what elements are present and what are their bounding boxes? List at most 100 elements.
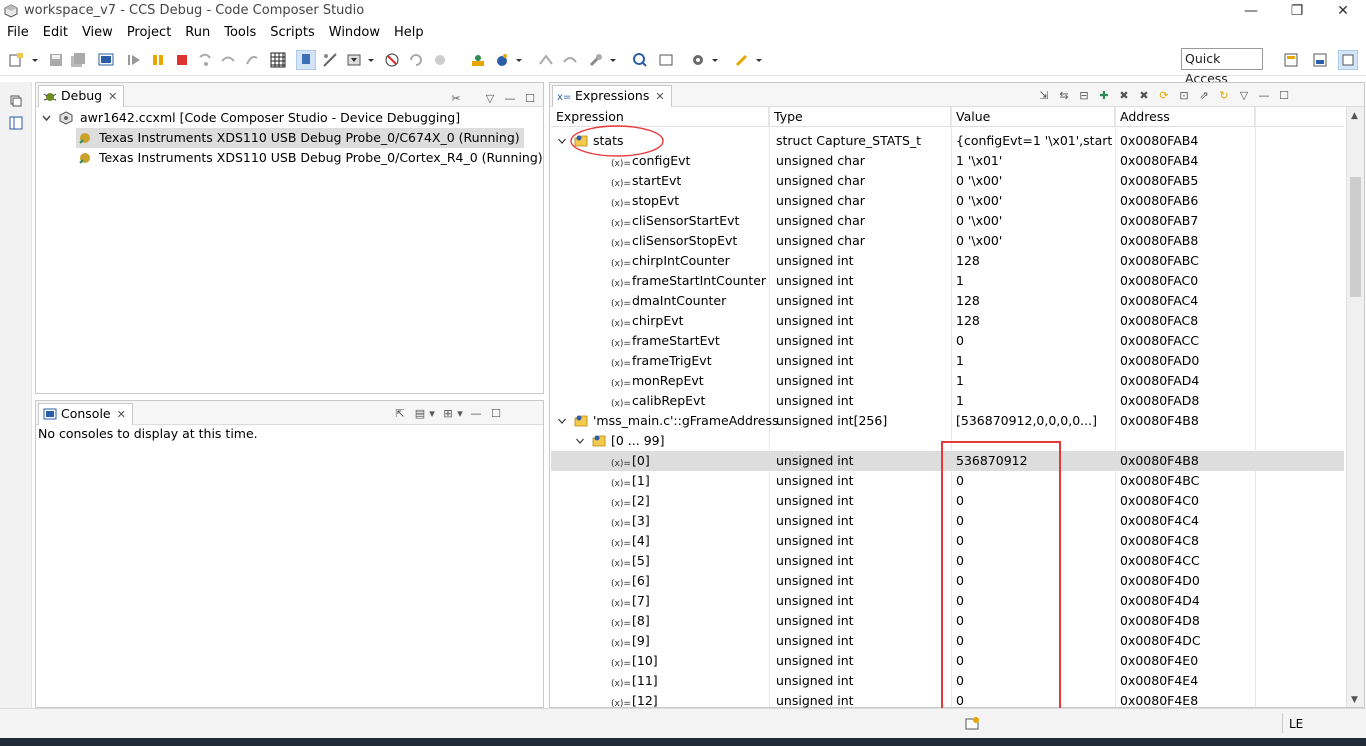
tree-expand-icon[interactable] — [42, 114, 51, 123]
new-watch-icon[interactable]: ⊡ — [1176, 89, 1192, 103]
expression-row[interactable]: (x)= stopEvt unsigned char 0 '\x00' 0x0080FA… — [551, 191, 1344, 211]
expression-value[interactable]: 0 '\x00' — [953, 171, 1113, 191]
menu-help[interactable]: Help — [387, 22, 431, 40]
expression-value[interactable]: {configEvt=1 '\x01',startE... — [953, 131, 1113, 151]
expression-value[interactable]: 128 — [953, 251, 1113, 271]
expressions-scrollbar[interactable]: ▲ ▼ — [1346, 107, 1364, 707]
expression-value[interactable]: 0 '\x00' — [953, 211, 1113, 231]
step-over-icon[interactable] — [220, 52, 236, 68]
column-value[interactable]: Value — [951, 107, 1115, 127]
expression-row[interactable]: (x)= dmaIntCounter unsigned int 128 0x0080FA… — [551, 291, 1344, 311]
remove-all-icon[interactable]: ✖ — [1136, 89, 1152, 103]
tab-expressions[interactable]: x= Expressions ✕ — [552, 85, 672, 107]
perspective-icon[interactable] — [1283, 52, 1299, 68]
expression-row[interactable]: (x)= startEvt unsigned char 0 '\x00' 0x0080F… — [551, 171, 1344, 191]
ccs-edit-perspective-icon[interactable] — [1312, 52, 1328, 68]
expression-value[interactable]: 1 — [953, 371, 1113, 391]
resume-icon[interactable] — [126, 52, 142, 68]
scroll-down-icon[interactable]: ▼ — [1351, 695, 1358, 705]
tools-icon[interactable] — [588, 52, 604, 68]
breakpoint-icon[interactable] — [384, 52, 400, 68]
console-icon[interactable] — [98, 52, 114, 68]
terminate-icon[interactable] — [174, 52, 190, 68]
expression-row[interactable]: (x)= frameStartIntCounter unsigned int 1 0x0… — [551, 271, 1344, 291]
skip-icon[interactable] — [538, 52, 554, 68]
restart-icon[interactable] — [408, 52, 424, 68]
remove-terminated-icon[interactable]: ✂ — [448, 92, 464, 106]
expression-row[interactable]: (x)= frameTrigEvt unsigned int 1 0x0080FAD0 — [551, 351, 1344, 371]
tab-debug[interactable]: Debug ✕ — [38, 85, 125, 107]
tab-console[interactable]: Console ✕ — [38, 403, 133, 425]
view-menu-icon[interactable]: ▽ — [1236, 89, 1252, 103]
debug-tree-item[interactable]: Texas Instruments XDS110 USB Debug Probe… — [76, 128, 524, 148]
restore-view-icon[interactable] — [9, 94, 23, 108]
expression-row[interactable]: (x)= monRepEvt unsigned int 1 0x0080FAD4 — [551, 371, 1344, 391]
menu-run[interactable]: Run — [178, 22, 217, 40]
run-build-icon[interactable] — [470, 52, 486, 68]
export-icon[interactable]: ⇗ — [1196, 89, 1212, 103]
tree-expand-icon[interactable] — [558, 417, 566, 425]
open-console-dropdown-icon[interactable]: ▾ — [456, 407, 464, 421]
reset-icon[interactable] — [432, 52, 448, 68]
minimize-view-icon[interactable]: — — [502, 92, 518, 106]
expression-value[interactable]: 128 — [953, 311, 1113, 331]
new-icon[interactable] — [8, 52, 24, 68]
continuous-refresh-icon[interactable]: ↻ — [1216, 89, 1232, 103]
expression-row[interactable]: (x)= chirpIntCounter unsigned int 128 0x0080… — [551, 251, 1344, 271]
new-dropdown-icon[interactable] — [30, 52, 40, 68]
view-menu-icon[interactable]: ▽ — [482, 92, 498, 106]
debug-run-icon[interactable] — [494, 52, 510, 68]
show-type-names-icon[interactable]: ⇲ — [1036, 89, 1052, 103]
expression-row[interactable]: (x)= cliSensorStopEvt unsigned char 0 '\x00… — [551, 231, 1344, 251]
maximize-view-icon[interactable]: ☐ — [1276, 89, 1292, 103]
load-dropdown-icon[interactable] — [366, 52, 376, 68]
menu-file[interactable]: File — [0, 22, 36, 40]
restore-button[interactable]: ❐ — [1274, 0, 1320, 22]
settings-dropdown-icon[interactable] — [710, 52, 720, 68]
scroll-up-icon[interactable]: ▲ — [1351, 111, 1358, 121]
add-expression-icon[interactable]: ✚ — [1096, 89, 1112, 103]
minimize-view-icon[interactable]: — — [468, 407, 484, 421]
step-return-icon[interactable] — [244, 52, 260, 68]
collapse-all-icon[interactable]: ⇆ — [1056, 89, 1072, 103]
menu-tools[interactable]: Tools — [217, 22, 263, 40]
close-tab-icon[interactable]: ✕ — [655, 90, 664, 103]
expression-row[interactable]: (x)= frameStartEvt unsigned int 0 0x0080FACC — [551, 331, 1344, 351]
debug-tree-item[interactable]: awr1642.ccxml [Code Composer Studio - De… — [42, 108, 460, 128]
ccs-debug-perspective-icon[interactable] — [1338, 50, 1358, 70]
menu-window[interactable]: Window — [322, 22, 387, 40]
expression-value[interactable]: 1 — [953, 271, 1113, 291]
save-icon[interactable] — [48, 52, 64, 68]
search-icon[interactable] — [632, 52, 648, 68]
quick-access-field[interactable]: Quick Access — [1181, 48, 1263, 86]
scroll-thumb[interactable] — [1350, 177, 1361, 297]
menu-project[interactable]: Project — [120, 22, 178, 40]
minimize-button[interactable]: — — [1228, 0, 1274, 22]
expression-value[interactable]: 0 '\x00' — [953, 231, 1113, 251]
layout-icon[interactable]: ⊟ — [1076, 89, 1092, 103]
connect-target-icon[interactable] — [296, 50, 316, 70]
column-type[interactable]: Type — [769, 107, 951, 127]
menu-scripts[interactable]: Scripts — [263, 22, 321, 40]
outline-view-icon[interactable] — [9, 116, 23, 130]
maximize-view-icon[interactable]: ☐ — [522, 92, 538, 106]
close-button[interactable]: ✕ — [1320, 0, 1366, 22]
menu-view[interactable]: View — [75, 22, 120, 40]
save-all-icon[interactable] — [70, 52, 86, 68]
expression-row[interactable]: stats struct Capture_STATS_t {configEvt=1 … — [551, 131, 1344, 151]
debug-link-icon[interactable] — [322, 52, 338, 68]
column-address[interactable]: Address — [1115, 107, 1255, 127]
expression-value[interactable]: 1 '\x01' — [953, 151, 1113, 171]
expression-row[interactable]: (x)= cliSensorStartEvt unsigned char 0 '\x0… — [551, 211, 1344, 231]
display-console-dropdown-icon[interactable]: ▾ — [428, 407, 436, 421]
tools-dropdown-icon[interactable] — [608, 52, 618, 68]
grid-icon[interactable] — [270, 52, 286, 68]
refresh-icon[interactable]: ⟳ — [1156, 89, 1172, 103]
view-icon[interactable] — [658, 52, 674, 68]
expression-value[interactable]: 128 — [953, 291, 1113, 311]
tree-expand-icon[interactable] — [558, 137, 566, 145]
pin-console-icon[interactable]: ⇱ — [392, 407, 408, 421]
minimize-view-icon[interactable]: — — [1256, 89, 1272, 103]
load-program-icon[interactable] — [346, 52, 362, 68]
step-into-icon[interactable] — [198, 52, 214, 68]
